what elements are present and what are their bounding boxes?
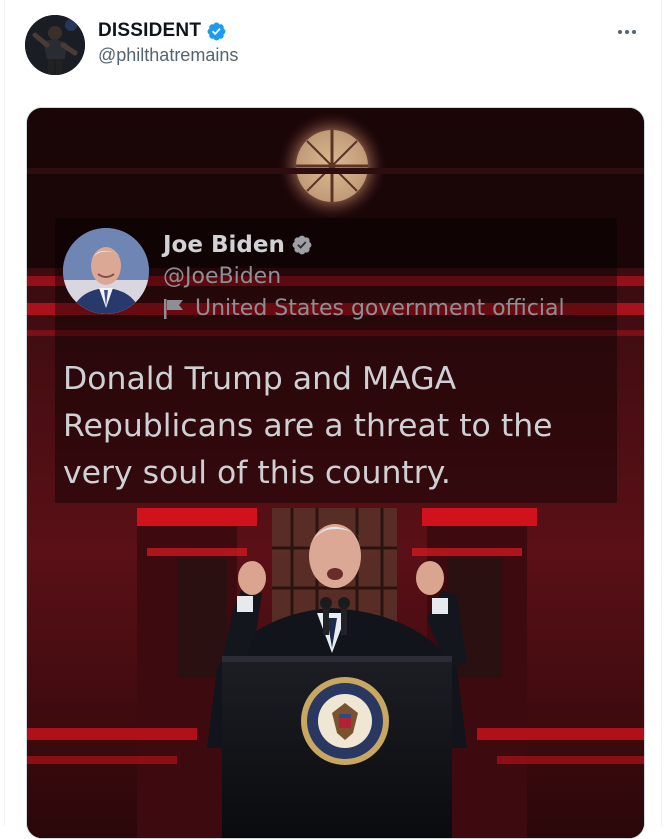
author-avatar[interactable] [25, 15, 85, 75]
embedded-avatar-image [63, 228, 149, 314]
embedded-name-row: Joe Biden [163, 232, 313, 258]
embedded-author-handle: @JoeBiden [163, 264, 282, 289]
flag-icon [164, 298, 183, 319]
author-name[interactable]: DISSIDENT [98, 20, 201, 42]
tweet-media-image[interactable]: Joe Biden @JoeBiden United States govern… [26, 107, 645, 839]
more-dot [632, 30, 636, 34]
embedded-author-name: Joe Biden [163, 232, 285, 258]
more-options-icon[interactable] [613, 20, 641, 44]
gray-verified-icon [292, 235, 312, 255]
government-label-text: United States government official [195, 296, 565, 321]
more-dot [618, 30, 622, 34]
verified-badge-icon [207, 22, 226, 40]
avatar-image [25, 15, 85, 75]
author-name-row[interactable]: DISSIDENT [98, 20, 227, 42]
author-handle[interactable]: @philthatremains [98, 45, 238, 66]
tweet-card: DISSIDENT @philthatremains Joe Biden @Jo… [4, 0, 662, 839]
embedded-avatar [63, 228, 149, 314]
embedded-tweet-text: Donald Trump and MAGA Republicans are a … [63, 361, 553, 491]
more-dot [625, 30, 629, 34]
government-label: United States government official [163, 296, 565, 321]
